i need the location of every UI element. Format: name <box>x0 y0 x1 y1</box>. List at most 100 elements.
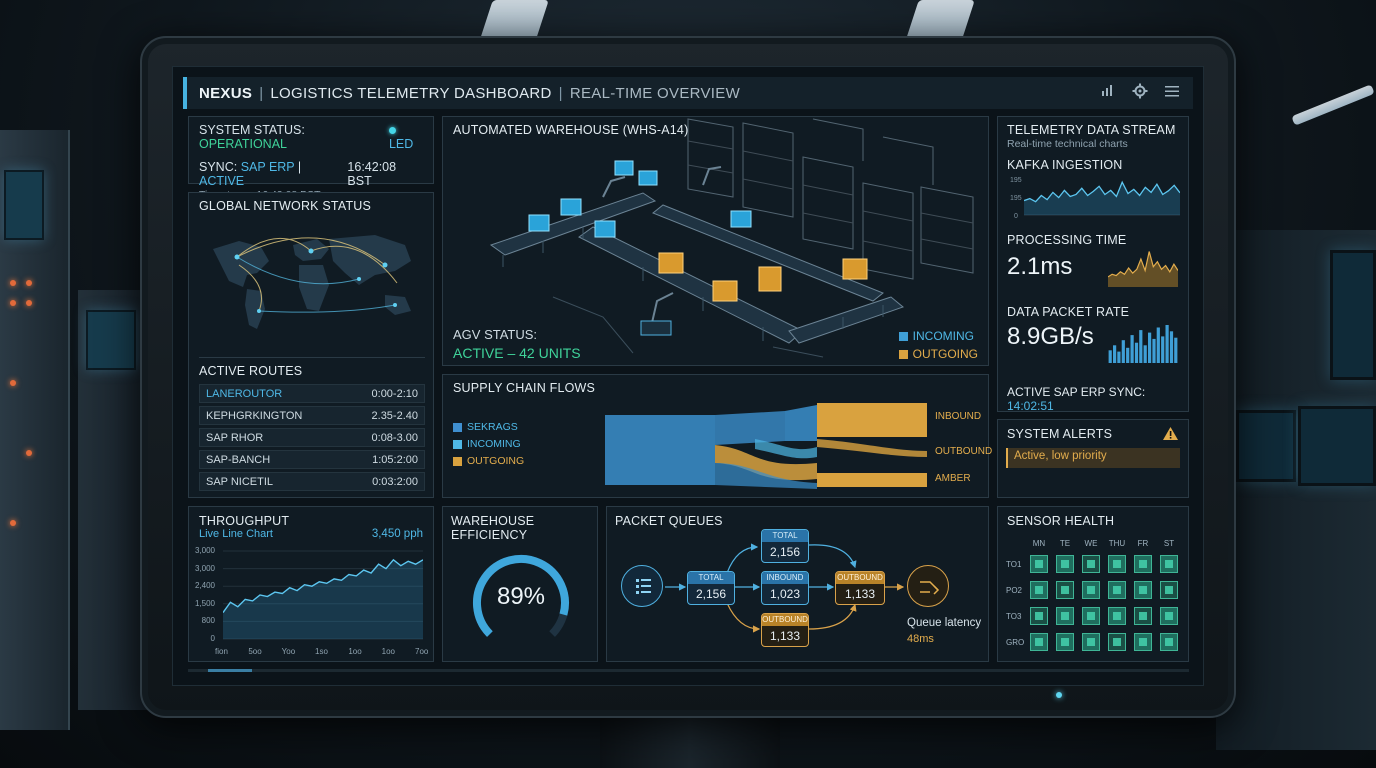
network-panel: GLOBAL NETWORK STATUS ACTIVE ROUTES LANE… <box>188 192 434 498</box>
y-tick-label: 2,400 <box>194 581 215 591</box>
sensor-cell[interactable] <box>1134 581 1152 599</box>
sensor-cell[interactable] <box>1108 581 1126 599</box>
sensor-row-label: TO1 <box>1006 560 1022 569</box>
route-name: SAP-BANCH <box>206 453 271 466</box>
sensor-cell[interactable] <box>1056 633 1074 651</box>
sensor-day-label: TE <box>1059 539 1071 548</box>
ceiling-light <box>1291 84 1375 126</box>
packet-bar <box>1148 332 1152 363</box>
packet-bar <box>1134 342 1139 363</box>
sensor-row-label: TO3 <box>1006 612 1022 621</box>
sensor-cell[interactable] <box>1108 555 1126 573</box>
sensor-cell[interactable] <box>1056 555 1074 573</box>
route-row[interactable]: SAP-BANCH 1:05:2:00 <box>199 450 425 469</box>
queue-node-outbound[interactable]: OUTBOUND 1,133 <box>835 571 885 605</box>
camera-indicator <box>1056 692 1062 698</box>
packet-bar <box>1117 351 1121 363</box>
scrollbar-thumb[interactable] <box>208 669 252 672</box>
sensor-cell[interactable] <box>1082 555 1100 573</box>
route-row[interactable]: KEPHGRKINGTON 2.35-2.40 <box>199 406 425 425</box>
menu-icon[interactable] <box>1163 83 1181 101</box>
route-row[interactable]: LANEROUTOR 0:00-2:10 <box>199 384 425 403</box>
sensor-cell[interactable] <box>1160 555 1178 573</box>
agv-status-value: ACTIVE – 42 UNITS <box>453 345 581 361</box>
sync-separator: | <box>297 160 302 174</box>
sensor-row-label: PO2 <box>1006 586 1023 595</box>
x-tick-label: fion <box>215 647 228 656</box>
queue-node-total[interactable]: TOTAL 2,156 <box>687 571 735 605</box>
background-monitor <box>1236 410 1296 482</box>
alert-item[interactable]: Active, low priority <box>1006 448 1180 468</box>
sensor-cell[interactable] <box>1134 633 1152 651</box>
warehouse-title: AUTOMATED WAREHOUSE (WHS-A14) <box>453 123 689 137</box>
supply-chain-panel: SUPPLY CHAIN FLOWS SEKRAGS INCOMING OUTG… <box>442 374 992 498</box>
sap-sync-row: ACTIVE SAP ERP SYNC: 14:02:51 <box>1007 385 1188 413</box>
sensor-cell[interactable] <box>1030 633 1048 651</box>
sankey-diagram <box>605 403 927 489</box>
kafka-tick: 0 <box>1014 213 1018 220</box>
x-tick-label: Yoo <box>281 647 296 656</box>
legend-swatch <box>453 422 462 432</box>
route-time: 1:05:2:00 <box>372 453 418 466</box>
packet-bar <box>1156 327 1160 363</box>
y-tick-label: 3,000 <box>194 546 215 555</box>
x-tick-label: 1so <box>315 647 328 656</box>
rack-led <box>10 280 16 286</box>
sensor-cell[interactable] <box>1134 555 1152 573</box>
dashboard-header: NEXUS | LOGISTICS TELEMETRY DASHBOARD | … <box>183 77 1193 109</box>
header-separator: | <box>259 84 264 102</box>
node-value: 2,156 <box>769 545 801 559</box>
sensor-cell[interactable] <box>1030 581 1048 599</box>
sensor-cell[interactable] <box>1160 581 1178 599</box>
sensor-cell[interactable] <box>1160 633 1178 651</box>
route-time: 0:08-3.00 <box>371 431 418 444</box>
legend-label: SEKRAGS <box>467 421 518 433</box>
throughput-title: THROUGHPUT <box>199 514 290 528</box>
horizontal-scrollbar[interactable] <box>188 669 1189 672</box>
packet-bar <box>1169 331 1174 363</box>
legend-label: OUTGOING <box>912 347 978 361</box>
sensor-cell[interactable] <box>1056 581 1074 599</box>
sensor-health-panel: SENSOR HEALTH MN TE WE THU FR ST TO1 PO2 TO3 GRO <box>997 506 1189 662</box>
agv-status-label: AGV STATUS: <box>453 327 538 342</box>
sensor-cell[interactable] <box>1030 555 1048 573</box>
network-title: GLOBAL NETWORK STATUS <box>199 199 372 213</box>
queue-node-total-top[interactable]: TOTAL 2,156 <box>761 529 809 563</box>
sensor-cell[interactable] <box>1082 607 1100 625</box>
sensor-day-label: FR <box>1137 539 1149 548</box>
sap-sync-time: 14:02:51 <box>1007 399 1054 413</box>
throughput-panel: THROUGHPUT Live Line Chart 3,450 pph 3,0… <box>188 506 434 662</box>
sensor-cell[interactable] <box>1056 607 1074 625</box>
sensor-cell[interactable] <box>1108 607 1126 625</box>
queue-node-inbound[interactable]: INBOUND 1,023 <box>761 571 809 605</box>
sync-label: SYNC: <box>199 160 238 174</box>
sensor-cell[interactable] <box>1108 633 1126 651</box>
y-tick-label: 1,500 <box>194 598 215 608</box>
rack-led <box>26 300 32 306</box>
bar-chart-icon[interactable] <box>1099 83 1117 101</box>
route-row[interactable]: SAP RHOR 0:08-3.00 <box>199 428 425 447</box>
sensor-cell[interactable] <box>1030 607 1048 625</box>
throughput-area <box>223 559 423 639</box>
efficiency-value: 89% <box>496 583 546 610</box>
gear-icon[interactable] <box>1131 83 1149 101</box>
sensor-cell[interactable] <box>1082 581 1100 599</box>
sensor-cell[interactable] <box>1160 607 1178 625</box>
packet-bar <box>1139 330 1143 363</box>
background-monitor <box>1330 250 1376 380</box>
sensor-cell[interactable] <box>1082 633 1100 651</box>
network-divider <box>199 357 425 358</box>
legend-swatch <box>453 456 462 466</box>
route-name: SAP NICETIL <box>206 475 274 488</box>
kafka-tick: 195 <box>1010 195 1022 202</box>
agv-robot <box>640 320 672 336</box>
route-time: 0:00-2:10 <box>371 387 418 400</box>
legend-swatch-outgoing <box>898 350 908 360</box>
queue-node-outbound-bottom[interactable]: OUTBOUND 1,133 <box>761 613 809 647</box>
route-row[interactable]: SAP NICETIL 0:03:2:00 <box>199 472 425 491</box>
sensor-cell[interactable] <box>1134 607 1152 625</box>
rack-led <box>26 450 32 456</box>
packet-bar <box>1113 345 1117 363</box>
processing-time-label: PROCESSING TIME <box>1007 233 1127 247</box>
alerts-panel: SYSTEM ALERTS Active, low priority <box>997 419 1189 498</box>
